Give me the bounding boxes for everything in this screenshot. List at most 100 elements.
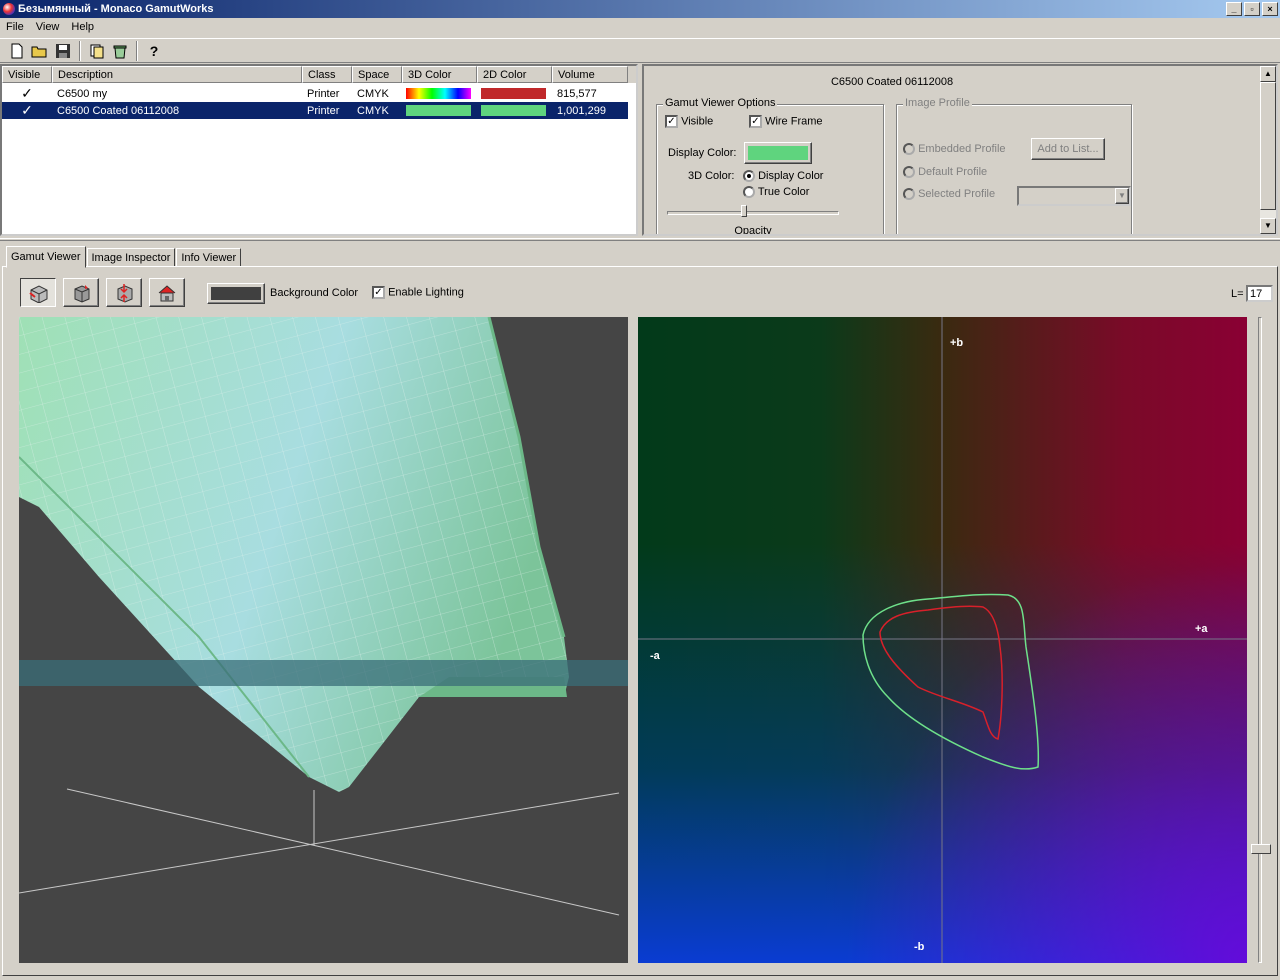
display-color-label: Display Color: [668,147,737,159]
close-button[interactable]: × [1262,2,1278,16]
minus-b-label: -b [914,941,925,953]
col-2d-color[interactable]: 2D Color [477,66,552,83]
l-plane [19,660,628,686]
default-profile-radio[interactable]: Default Profile [903,166,987,179]
minus-a-label: -a [650,650,660,662]
menu-view[interactable]: View [30,18,66,37]
l-value-input[interactable] [1246,285,1273,302]
splitter[interactable] [0,238,1280,241]
tab-strip: Gamut Viewer Image Inspector Info Viewer [6,245,242,268]
properties-panel: C6500 Coated 06112008 Gamut Viewer Optio… [642,64,1278,236]
visible-check[interactable]: ✓ [2,85,52,102]
profile-title: C6500 Coated 06112008 [830,76,954,88]
selected-profile-dropdown[interactable]: ▼ [1017,186,1131,206]
scroll-up-icon[interactable]: ▲ [1260,66,1276,82]
col-description[interactable]: Description [52,66,302,83]
color3d-swatch[interactable] [406,105,471,116]
menu-help[interactable]: Help [65,18,100,37]
help-icon[interactable]: ? [143,40,165,62]
visible-checkbox[interactable]: ✓ Visible [665,115,713,128]
row-space: CMYK [357,104,389,117]
recycle-icon[interactable] [109,40,131,62]
embedded-profile-radio[interactable]: Embedded Profile [903,143,1006,156]
gamut-viewer-options-group: Gamut Viewer Options ✓ Visible ✓ Wire Fr… [656,97,884,236]
chevron-down-icon[interactable]: ▼ [1115,188,1129,204]
opacity-slider-thumb[interactable] [741,205,748,217]
visible-check[interactable]: ✓ [2,102,52,119]
row-description: C6500 my [57,87,108,100]
gamut-3d-canvas [19,317,628,916]
3d-color-label: 3D Color: [688,170,735,182]
group-label: Image Profile [903,97,972,109]
tab-info-viewer[interactable]: Info Viewer [176,248,242,267]
col-3d-color[interactable]: 3D Color [402,66,477,83]
l-slider-track[interactable] [1258,317,1262,963]
restore-button[interactable]: ▫ [1244,2,1260,16]
scroll-thumb[interactable] [1260,82,1276,210]
gamut-2d-view[interactable]: +b -b +a -a [638,317,1247,963]
properties-scrollbar[interactable]: ▲ ▼ [1260,66,1276,234]
wireframe-checkbox[interactable]: ✓ Wire Frame [749,115,823,128]
minimize-button[interactable]: _ [1226,2,1242,16]
enable-lighting-checkbox[interactable]: ✓ Enable Lighting [372,286,464,299]
lab-plot [638,317,1247,963]
opacity-label: Opacity [734,225,772,236]
list-header: Visible Description Class Space 3D Color… [2,66,636,83]
plus-a-label: +a [1195,623,1208,635]
background-color-swatch [211,287,261,300]
menu-bar: File View Help [0,18,1280,37]
scroll-down-icon[interactable]: ▼ [1260,218,1276,234]
home-view-button[interactable] [149,278,185,307]
opacity-slider-track[interactable] [667,211,839,215]
row-space: CMYK [357,87,389,100]
title-bar: Безымянный - Monaco GamutWorks _ ▫ × [0,0,1280,18]
gamut-outline-my [879,605,1003,740]
new-icon[interactable] [6,40,28,62]
l-label: L= [1231,288,1244,300]
gamut-3d-view[interactable] [19,317,628,963]
true-color-radio[interactable]: True Color [743,186,809,199]
save-icon[interactable] [52,40,74,62]
profile-list[interactable]: Visible Description Class Space 3D Color… [0,64,638,236]
image-profile-group: Image Profile Embedded Profile Add to Li… [896,97,1132,234]
toolbar-separator [136,40,138,61]
color2d-swatch[interactable] [481,88,546,99]
tab-gamut-viewer[interactable]: Gamut Viewer [6,246,86,268]
col-volume[interactable]: Volume [552,66,628,83]
background-color-label: Background Color [270,287,359,299]
group-label: Gamut Viewer Options [663,97,778,109]
color2d-swatch[interactable] [481,105,546,116]
cube-rotate-icon [29,284,48,303]
toolbar: ? [0,38,1280,63]
row-class: Printer [307,87,340,100]
background-color-button[interactable] [207,283,265,304]
app-icon [3,3,15,15]
cube-pan-icon [74,284,90,303]
tab-image-inspector[interactable]: Image Inspector [86,248,176,267]
pan-view-button[interactable] [63,278,99,307]
display-color-radio[interactable]: Display Color [743,170,823,183]
table-row[interactable]: ✓ C6500 my Printer CMYK 815,577 [2,85,628,102]
copy-icon[interactable] [86,40,108,62]
zoom-view-button[interactable] [106,278,142,307]
cube-zoom-icon [117,283,133,303]
l-slider-thumb[interactable] [1251,844,1271,854]
l-slider[interactable] [1251,317,1271,963]
col-class[interactable]: Class [302,66,352,83]
col-visible[interactable]: Visible [2,66,52,83]
selected-profile-radio[interactable]: Selected Profile [903,188,995,201]
color3d-swatch[interactable] [406,88,471,99]
row-volume: 1,001,299 [557,104,606,117]
add-to-list-button[interactable]: Add to List... [1031,138,1105,160]
home-icon [158,284,176,301]
row-volume: 815,577 [557,87,597,100]
menu-file[interactable]: File [0,18,30,37]
col-space[interactable]: Space [352,66,402,83]
open-icon[interactable] [29,40,51,62]
row-description: C6500 Coated 06112008 [57,104,180,117]
display-color-button[interactable] [744,142,812,164]
table-row[interactable]: ✓ C6500 Coated 06112008 Printer CMYK 1,0… [2,102,628,119]
toolbar-separator [79,40,81,61]
rotate-view-button[interactable] [20,278,56,307]
row-class: Printer [307,104,340,117]
